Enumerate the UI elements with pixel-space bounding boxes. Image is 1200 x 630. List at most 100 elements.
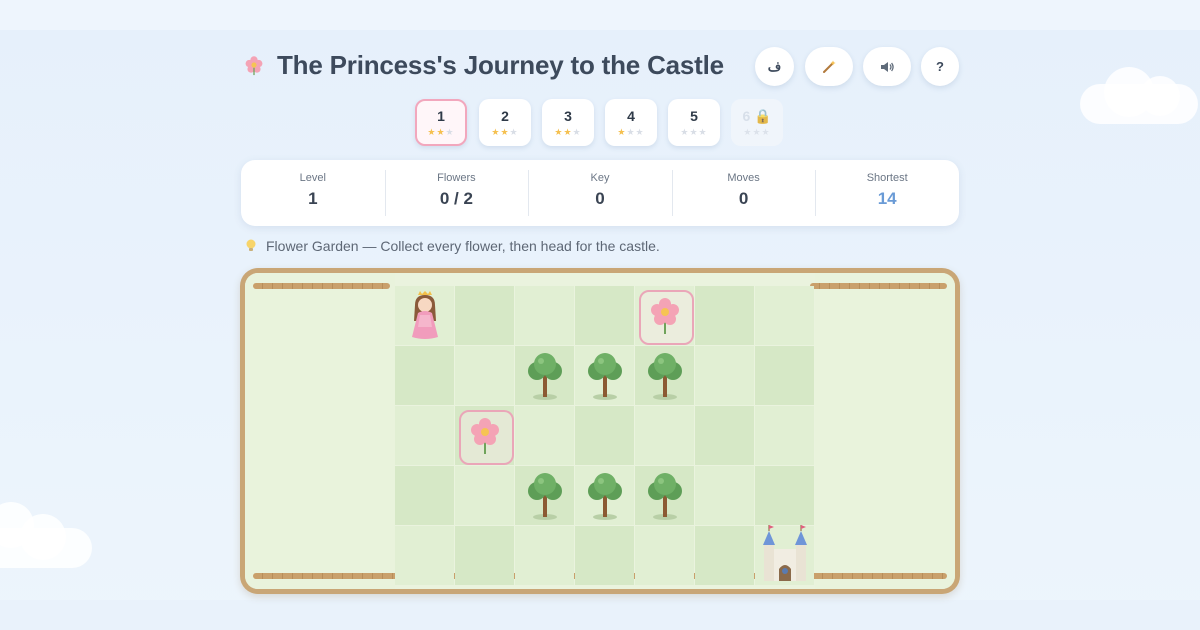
stats-panel: Level 1 Flowers 0 / 2 Key 0 Moves 0 Shor…	[241, 160, 959, 226]
level-button-2[interactable]: 2 ★★★	[479, 99, 531, 146]
help-button[interactable]: ?	[921, 47, 959, 86]
flower-icon	[470, 417, 499, 454]
board-cell[interactable]	[395, 346, 454, 405]
board-cell[interactable]	[695, 466, 754, 525]
level-number: 3	[564, 108, 572, 124]
stat-shortest: Shortest 14	[815, 160, 959, 226]
tree-icon	[527, 352, 562, 400]
level-button-5[interactable]: 5 ★★★	[668, 99, 720, 146]
board-cell[interactable]	[395, 406, 454, 465]
board-cell[interactable]	[695, 526, 754, 585]
board-cell[interactable]	[515, 346, 574, 405]
hint-text: Flower Garden — Collect every flower, th…	[266, 238, 660, 254]
stat-label: Flowers	[437, 172, 476, 184]
stat-label: Level	[299, 172, 326, 184]
level-stars: ★★★	[617, 127, 645, 137]
left-lawn	[245, 273, 395, 589]
board-cell[interactable]	[395, 286, 454, 345]
right-lawn	[815, 273, 955, 589]
board-cell[interactable]	[515, 526, 574, 585]
stat-value: 0	[595, 189, 605, 208]
stat-label: Key	[590, 172, 610, 184]
help-label: ?	[936, 59, 944, 74]
level-stars: ★★★	[427, 127, 455, 137]
level-number: 5	[690, 108, 698, 124]
stat-value: 14	[877, 189, 897, 208]
language-label: ف	[767, 58, 782, 74]
tree-icon	[527, 472, 562, 520]
level-number: 6 🔒	[742, 108, 772, 124]
board-cell[interactable]	[635, 466, 694, 525]
language-button[interactable]: ف	[755, 47, 794, 86]
board-cell[interactable]	[755, 466, 814, 525]
board-cell[interactable]	[755, 524, 814, 585]
lightbulb-icon	[246, 239, 256, 251]
stat-label: Shortest	[866, 172, 908, 184]
wand-button[interactable]	[805, 47, 853, 86]
board-cell[interactable]	[695, 346, 754, 405]
board-cell[interactable]	[455, 526, 514, 585]
stat-value: 0	[738, 189, 749, 208]
wand-icon	[823, 60, 836, 73]
level-number: 2	[501, 108, 509, 124]
board-cell[interactable]	[635, 526, 694, 585]
title-bar: The Princess's Journey to the Castle	[243, 48, 724, 82]
board-cell[interactable]	[635, 286, 694, 345]
stat-key: Key 0	[528, 160, 672, 226]
board-cell[interactable]	[515, 406, 574, 465]
sound-button[interactable]	[863, 47, 911, 86]
level-stars: ★★★	[554, 127, 582, 137]
tree-icon	[647, 472, 682, 520]
stat-value: 0 / 2	[439, 189, 473, 208]
board-cell[interactable]	[575, 466, 634, 525]
board-cell[interactable]	[635, 406, 694, 465]
level-hint: Flower Garden — Collect every flower, th…	[245, 238, 660, 254]
board-cell[interactable]	[755, 406, 814, 465]
level-stars: ★★★	[743, 127, 771, 137]
board-cell[interactable]	[455, 406, 514, 465]
stat-label: Moves	[727, 172, 760, 184]
board-cell[interactable]	[755, 346, 814, 405]
flower-icon	[650, 297, 679, 334]
level-number: 4	[627, 108, 635, 124]
level-stars: ★★★	[680, 127, 708, 137]
board-cell[interactable]	[635, 346, 694, 405]
top-band	[0, 0, 1200, 30]
stat-level: Level 1	[241, 160, 385, 226]
board-cell[interactable]	[395, 466, 454, 525]
stat-value: 1	[308, 189, 318, 208]
tree-icon	[587, 472, 622, 520]
bottom-band	[0, 600, 1200, 630]
fence-top-right	[810, 283, 947, 289]
fence-top-left	[253, 283, 390, 289]
board-cell[interactable]	[455, 346, 514, 405]
board-cell[interactable]	[515, 466, 574, 525]
board-cell[interactable]	[455, 286, 514, 345]
board-cell[interactable]	[575, 526, 634, 585]
princess-icon	[411, 290, 438, 339]
game-board	[240, 268, 960, 594]
level-number: 1	[437, 108, 445, 124]
level-button-3[interactable]: 3 ★★★	[542, 99, 594, 146]
level-button-1[interactable]: 1 ★★★	[415, 99, 467, 146]
board-cell[interactable]	[575, 406, 634, 465]
stat-moves: Moves 0	[671, 160, 816, 226]
board-cell[interactable]	[695, 286, 754, 345]
flower-icon	[245, 56, 263, 76]
speaker-icon	[881, 61, 894, 72]
level-button-4[interactable]: 4 ★★★	[605, 99, 657, 146]
tree-icon	[587, 352, 622, 400]
board-cell[interactable]	[755, 286, 814, 345]
board-cell[interactable]	[455, 466, 514, 525]
stat-flowers: Flowers 0 / 2	[384, 160, 529, 226]
page-title: The Princess's Journey to the Castle	[277, 49, 724, 80]
board-cell[interactable]	[695, 406, 754, 465]
level-stars: ★★★	[491, 127, 519, 137]
castle-icon	[762, 524, 807, 581]
board-cell[interactable]	[395, 526, 454, 585]
board-cell[interactable]	[575, 346, 634, 405]
board-grid	[395, 286, 814, 585]
board-cell[interactable]	[515, 286, 574, 345]
level-button-6-locked: 6 🔒 ★★★	[731, 99, 783, 146]
board-cell[interactable]	[575, 286, 634, 345]
